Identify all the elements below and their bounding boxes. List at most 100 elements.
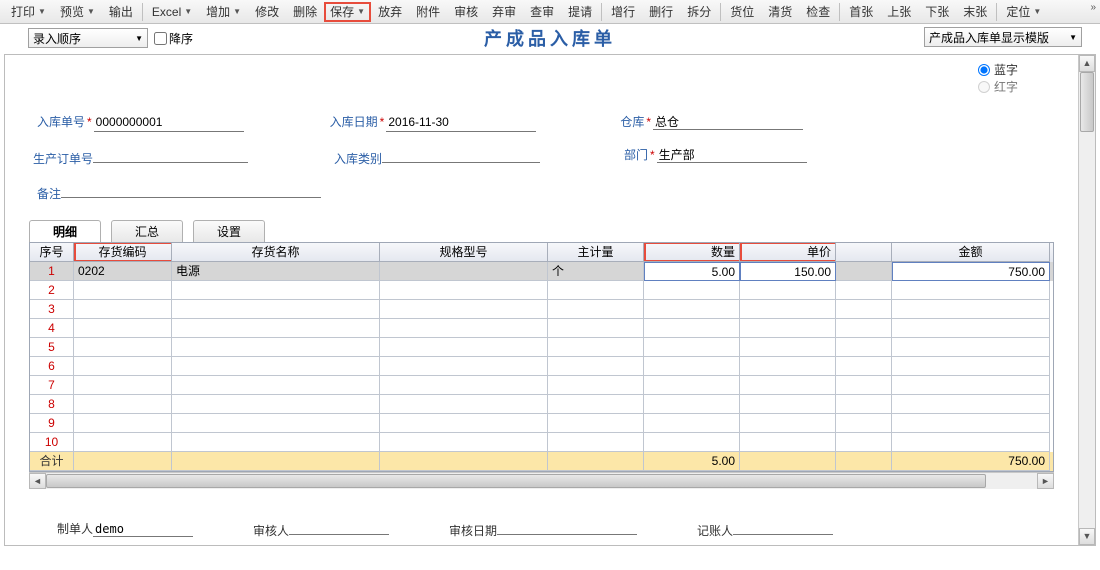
clear-button[interactable]: 清货 [761, 2, 799, 22]
cell-unit[interactable]: 个 [548, 262, 644, 281]
cell-amt[interactable] [892, 376, 1050, 395]
cell-price[interactable] [740, 376, 836, 395]
scroll-right-icon[interactable]: ► [1037, 473, 1054, 489]
cell-amt[interactable] [892, 338, 1050, 357]
cell-amt[interactable] [892, 319, 1050, 338]
cell-spec[interactable] [380, 281, 548, 300]
ck-field[interactable]: 总仓 [653, 113, 803, 130]
table-row[interactable]: 2 [30, 281, 1053, 300]
blue-radio[interactable]: 蓝字 [978, 61, 1018, 78]
col-code[interactable]: 存货编码 [74, 243, 172, 262]
cell-price[interactable]: 150.00 [740, 262, 836, 281]
table-row[interactable]: 7 [30, 376, 1053, 395]
rkdh-field[interactable]: 0000000001 [94, 115, 244, 132]
audit-button[interactable]: 审核 [447, 2, 485, 22]
split-button[interactable]: 拆分 [680, 2, 718, 22]
horizontal-scrollbar[interactable]: ◄ ► [29, 472, 1054, 489]
table-row[interactable]: 9 [30, 414, 1053, 433]
cell-unit[interactable] [548, 319, 644, 338]
edit-button[interactable]: 修改 [248, 2, 286, 22]
cell-name[interactable] [172, 357, 380, 376]
print-button[interactable]: 打印▼ [4, 2, 53, 22]
order-select[interactable]: 录入顺序 ▼ [28, 28, 148, 48]
cell-code[interactable] [74, 376, 172, 395]
cell-amt[interactable] [892, 281, 1050, 300]
unaudit-button[interactable]: 弃审 [485, 2, 523, 22]
cell-amt[interactable] [892, 433, 1050, 452]
cell-qty[interactable] [644, 414, 740, 433]
col-idx[interactable]: 序号 [30, 243, 74, 262]
cell-spec[interactable] [380, 414, 548, 433]
cell-code[interactable] [74, 395, 172, 414]
tab-detail[interactable]: 明细 [29, 220, 101, 242]
desc-checkbox[interactable]: 降序 [154, 30, 193, 47]
desc-checkbox-input[interactable] [154, 32, 167, 45]
bin-button[interactable]: 货位 [723, 2, 761, 22]
cell-idx[interactable]: 4 [30, 319, 74, 338]
save-button[interactable]: 保存▼ [324, 2, 371, 22]
cell-spec[interactable] [380, 395, 548, 414]
last-button[interactable]: 末张 [956, 2, 994, 22]
cell-code[interactable] [74, 300, 172, 319]
cell-price[interactable] [740, 281, 836, 300]
tab-summary[interactable]: 汇总 [111, 220, 183, 242]
output-button[interactable]: 输出 [102, 2, 140, 22]
cell-spec[interactable] [380, 338, 548, 357]
cell-idx[interactable]: 1 [30, 262, 74, 281]
cell-spec[interactable] [380, 300, 548, 319]
cell-code[interactable] [74, 414, 172, 433]
cell-amt[interactable] [892, 414, 1050, 433]
cell-amt[interactable]: 750.00 [892, 262, 1050, 281]
cell-unit[interactable] [548, 300, 644, 319]
cell-name[interactable] [172, 433, 380, 452]
cell-idx[interactable]: 9 [30, 414, 74, 433]
next-button[interactable]: 下张 [918, 2, 956, 22]
table-row[interactable]: 10 [30, 433, 1053, 452]
cell-unit[interactable] [548, 338, 644, 357]
cell-unit[interactable] [548, 376, 644, 395]
cell-spec[interactable] [380, 319, 548, 338]
bz-field[interactable] [61, 181, 321, 198]
cell-qty[interactable] [644, 433, 740, 452]
check-button[interactable]: 检查 [799, 2, 837, 22]
preview-button[interactable]: 预览▼ [53, 2, 102, 22]
scroll-up-icon[interactable]: ▲ [1079, 55, 1095, 72]
delrow-button[interactable]: 删行 [642, 2, 680, 22]
cell-name[interactable] [172, 414, 380, 433]
col-amt[interactable]: 金额 [892, 243, 1050, 262]
cell-code[interactable] [74, 319, 172, 338]
cell-name[interactable] [172, 319, 380, 338]
cell-qty[interactable] [644, 357, 740, 376]
col-qty[interactable]: 数量 [644, 243, 740, 262]
col-spec[interactable]: 规格型号 [380, 243, 548, 262]
cell-idx[interactable]: 3 [30, 300, 74, 319]
table-row[interactable]: 4 [30, 319, 1053, 338]
cell-code[interactable]: 0202 [74, 262, 172, 281]
request-button[interactable]: 提请 [561, 2, 599, 22]
cell-qty[interactable] [644, 319, 740, 338]
rklb-field[interactable] [382, 146, 540, 163]
cell-name[interactable] [172, 376, 380, 395]
cell-qty[interactable] [644, 395, 740, 414]
first-button[interactable]: 首张 [842, 2, 880, 22]
query-button[interactable]: 查审 [523, 2, 561, 22]
cell-idx[interactable]: 2 [30, 281, 74, 300]
locate-button[interactable]: 定位▼ [999, 2, 1048, 22]
table-row[interactable]: 3 [30, 300, 1053, 319]
cell-spec[interactable] [380, 262, 548, 281]
cell-gap[interactable] [836, 319, 892, 338]
cell-gap[interactable] [836, 414, 892, 433]
template-select[interactable]: 产成品入库单显示模版 ▼ [924, 27, 1082, 47]
giveup-button[interactable]: 放弃 [371, 2, 409, 22]
cell-spec[interactable] [380, 433, 548, 452]
cell-name[interactable] [172, 281, 380, 300]
cell-unit[interactable] [548, 395, 644, 414]
cell-gap[interactable] [836, 357, 892, 376]
cell-price[interactable] [740, 433, 836, 452]
cell-price[interactable] [740, 338, 836, 357]
addrow-button[interactable]: 增行 [604, 2, 642, 22]
cell-qty[interactable] [644, 281, 740, 300]
table-row[interactable]: 10202电源个5.00150.00750.00 [30, 262, 1053, 281]
cell-idx[interactable]: 7 [30, 376, 74, 395]
cell-name[interactable] [172, 338, 380, 357]
